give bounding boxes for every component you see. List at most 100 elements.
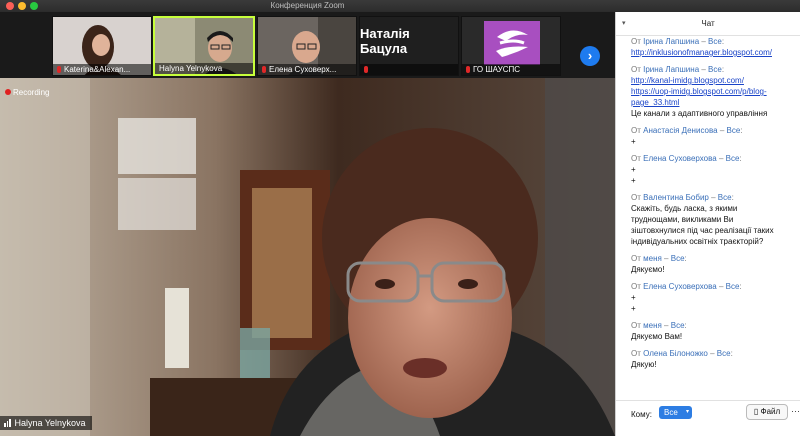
zoom-window: Конференция Zoom Katerina&Alexan... Haly… (0, 0, 800, 436)
message-recipient: Все (670, 321, 685, 330)
speaker-video: Recording Halyna Yelnykova (0, 78, 615, 436)
from-prefix: От (631, 321, 641, 330)
from-prefix: От (631, 282, 641, 291)
message-recipient: Все (716, 349, 731, 358)
recipient-suffix: : (721, 65, 725, 74)
message-recipient: Все (708, 37, 722, 46)
participant-tile-active[interactable]: Halyna Yelnykova (153, 16, 255, 76)
recipient-suffix: : (721, 37, 725, 46)
window-title: Конференция Zoom (270, 1, 345, 10)
participant-name (360, 64, 458, 75)
message-header: От Елена Суховерхова – Все: (631, 153, 797, 164)
message-header: От Елена Суховерхова – Все: (631, 281, 797, 292)
from-prefix: От (631, 254, 641, 263)
recipient-suffix: : (740, 126, 743, 135)
message-text: + (631, 176, 636, 185)
chat-panel: ▾ Чат От Ірина Лапшина – Все: http://inkl… (615, 12, 800, 436)
message-sender: Олена Білоножко (643, 349, 708, 358)
chevron-down-icon: ▾ (685, 409, 689, 415)
message-text: Скажіть, будь ласка, з якими (631, 204, 738, 213)
speaker-name-label: Halyna Yelnykova (0, 416, 92, 430)
message-recipient: Все (725, 154, 740, 163)
participant-tile[interactable]: Наталія Бацула (359, 16, 459, 76)
message-header: От Олена Білоножко – Все: (631, 348, 797, 359)
recipient-suffix: : (684, 254, 687, 263)
chat-message: От меня – Все: Дякуємо Вам! (631, 320, 797, 342)
recipient-separator: – (699, 65, 709, 74)
from-prefix: От (631, 65, 641, 74)
message-link[interactable]: page_33.html (631, 97, 797, 108)
message-text: + (631, 293, 636, 302)
message-header: От меня – Все: (631, 253, 797, 264)
participant-tile[interactable]: Елена Суховерх... (257, 16, 357, 76)
chat-title: Чат (701, 19, 715, 28)
chat-message: От Елена Суховерхова – Все: + + (631, 153, 797, 186)
message-text: + (631, 165, 636, 174)
from-prefix: От (631, 349, 641, 358)
message-header: От Ірина Лапшина – Все: (631, 36, 797, 47)
more-options-button[interactable]: ⋯ (791, 404, 800, 420)
message-recipient: Все (725, 282, 740, 291)
chat-message: От Валентина Бобир – Все: Скажіть, будь л… (631, 192, 797, 247)
recipient-suffix: : (739, 282, 742, 291)
recipient-separator: – (717, 126, 727, 135)
message-sender: Ірина Лапшина (643, 65, 700, 74)
participant-name: Halyna Yelnykova (155, 63, 253, 74)
participant-display-name: Наталія Бацула (360, 25, 410, 56)
chevron-down-icon[interactable]: ▾ (622, 12, 626, 36)
to-label: Кому: (631, 410, 652, 419)
document-icon: ▯ (753, 407, 759, 416)
recording-indicator: Recording (5, 88, 49, 97)
chevron-right-icon: › (587, 48, 593, 63)
chat-message: От меня – Все: Дякуємо! (631, 253, 797, 275)
recipient-suffix: : (730, 349, 733, 358)
chat-footer: Кому: Все ▾ ▯ Файл ⋯ (616, 400, 800, 436)
message-sender: Ірина Лапшина (643, 37, 700, 46)
message-text: + (631, 304, 636, 313)
from-prefix: От (631, 193, 641, 202)
title-bar: Конференция Zoom (0, 0, 800, 12)
message-sender: Анастасія Денисова (643, 126, 718, 135)
message-text: Дякуємо Вам! (631, 332, 683, 341)
recipient-separator: – (699, 37, 709, 46)
recipient-separator: – (707, 349, 717, 358)
recipient-select[interactable]: Все ▾ (659, 406, 692, 419)
participant-name: Katerina&Alexan... (53, 64, 151, 75)
message-text: зіштовхнулися під час реалізації таких (631, 226, 774, 235)
message-header: От Ірина Лапшина – Все: (631, 64, 797, 75)
chat-message: От Олена Білоножко – Все: Дякую! (631, 348, 797, 370)
message-recipient: Все (717, 193, 732, 202)
message-link[interactable]: https://uop-imidg.blogspot.com/p/blog- (631, 86, 797, 97)
audio-level-icon (4, 416, 12, 430)
message-sender: Елена Суховерхова (643, 282, 717, 291)
file-button[interactable]: ▯ Файл (746, 404, 788, 420)
participant-name: Елена Суховерх... (258, 64, 356, 75)
message-recipient: Все (670, 254, 685, 263)
message-text: Дякуємо! (631, 265, 665, 274)
muted-mic-icon (57, 66, 61, 73)
message-text: Дякую! (631, 360, 657, 369)
chat-message: От Анастасія Денисова – Все: + (631, 125, 797, 147)
message-recipient: Все (708, 65, 722, 74)
recipient-separator: – (661, 254, 671, 263)
recipient-separator: – (708, 193, 718, 202)
record-dot-icon (5, 89, 11, 95)
message-text: труднощами, викликами Ви (631, 215, 734, 224)
gallery-strip: Katerina&Alexan... Halyna Yelnykova Елен… (0, 12, 615, 78)
message-link[interactable]: http://kanal-imidg.blogspot.com/ (631, 75, 797, 86)
message-text: Це канали з адаптивного управління (631, 109, 768, 118)
message-sender: меня (643, 254, 662, 263)
muted-mic-icon (262, 66, 266, 73)
message-link[interactable]: http://inklusionofmanager.blogspot.com/ (631, 47, 797, 58)
message-text: індивідуальних освітніх траєкторій? (631, 237, 764, 246)
from-prefix: От (631, 154, 641, 163)
participant-name: ГО ШАУСПС (462, 64, 560, 75)
gallery-next-button[interactable]: › (580, 46, 600, 66)
chat-header: ▾ Чат (616, 12, 800, 36)
message-text: + (631, 137, 636, 146)
participant-tile[interactable]: ГО ШАУСПС (461, 16, 561, 76)
message-header: От Анастасія Денисова – Все: (631, 125, 797, 136)
recipient-separator: – (661, 321, 671, 330)
chat-message-list[interactable]: От Ірина Лапшина – Все: http://inklusiono… (616, 36, 800, 412)
participant-tile[interactable]: Katerina&Alexan... (52, 16, 152, 76)
